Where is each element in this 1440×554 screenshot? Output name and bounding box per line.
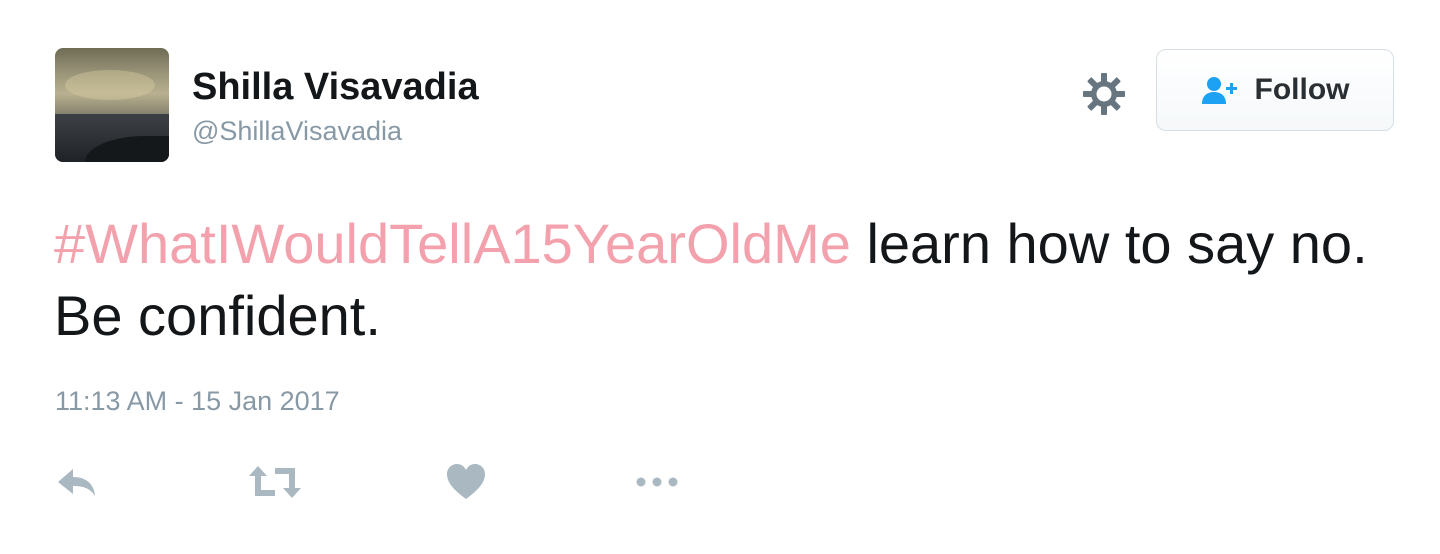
tweet-timestamp[interactable]: 11:13 AM - 15 Jan 2017: [55, 386, 340, 417]
user-handle[interactable]: @ShillaVisavadia: [192, 116, 402, 147]
user-avatar[interactable]: [55, 48, 169, 162]
follow-label: Follow: [1254, 73, 1350, 106]
more-icon[interactable]: [633, 460, 681, 504]
retweet-icon[interactable]: [247, 460, 303, 504]
heart-icon[interactable]: [444, 460, 488, 504]
tweet-card: Shilla Visavadia @ShillaVisavadia Follow…: [0, 0, 1440, 554]
tweet-text: #WhatIWouldTellA15YearOldMe learn how to…: [54, 208, 1394, 352]
follow-button[interactable]: Follow: [1156, 49, 1394, 131]
hashtag-link[interactable]: #WhatIWouldTellA15YearOldMe: [54, 212, 851, 275]
user-plus-icon: [1201, 75, 1241, 105]
gear-icon[interactable]: [1082, 72, 1126, 116]
user-display-name[interactable]: Shilla Visavadia: [192, 66, 479, 109]
tweet-actions: [55, 460, 755, 504]
reply-icon[interactable]: [55, 460, 99, 504]
avatar-sky-glow: [65, 70, 155, 100]
